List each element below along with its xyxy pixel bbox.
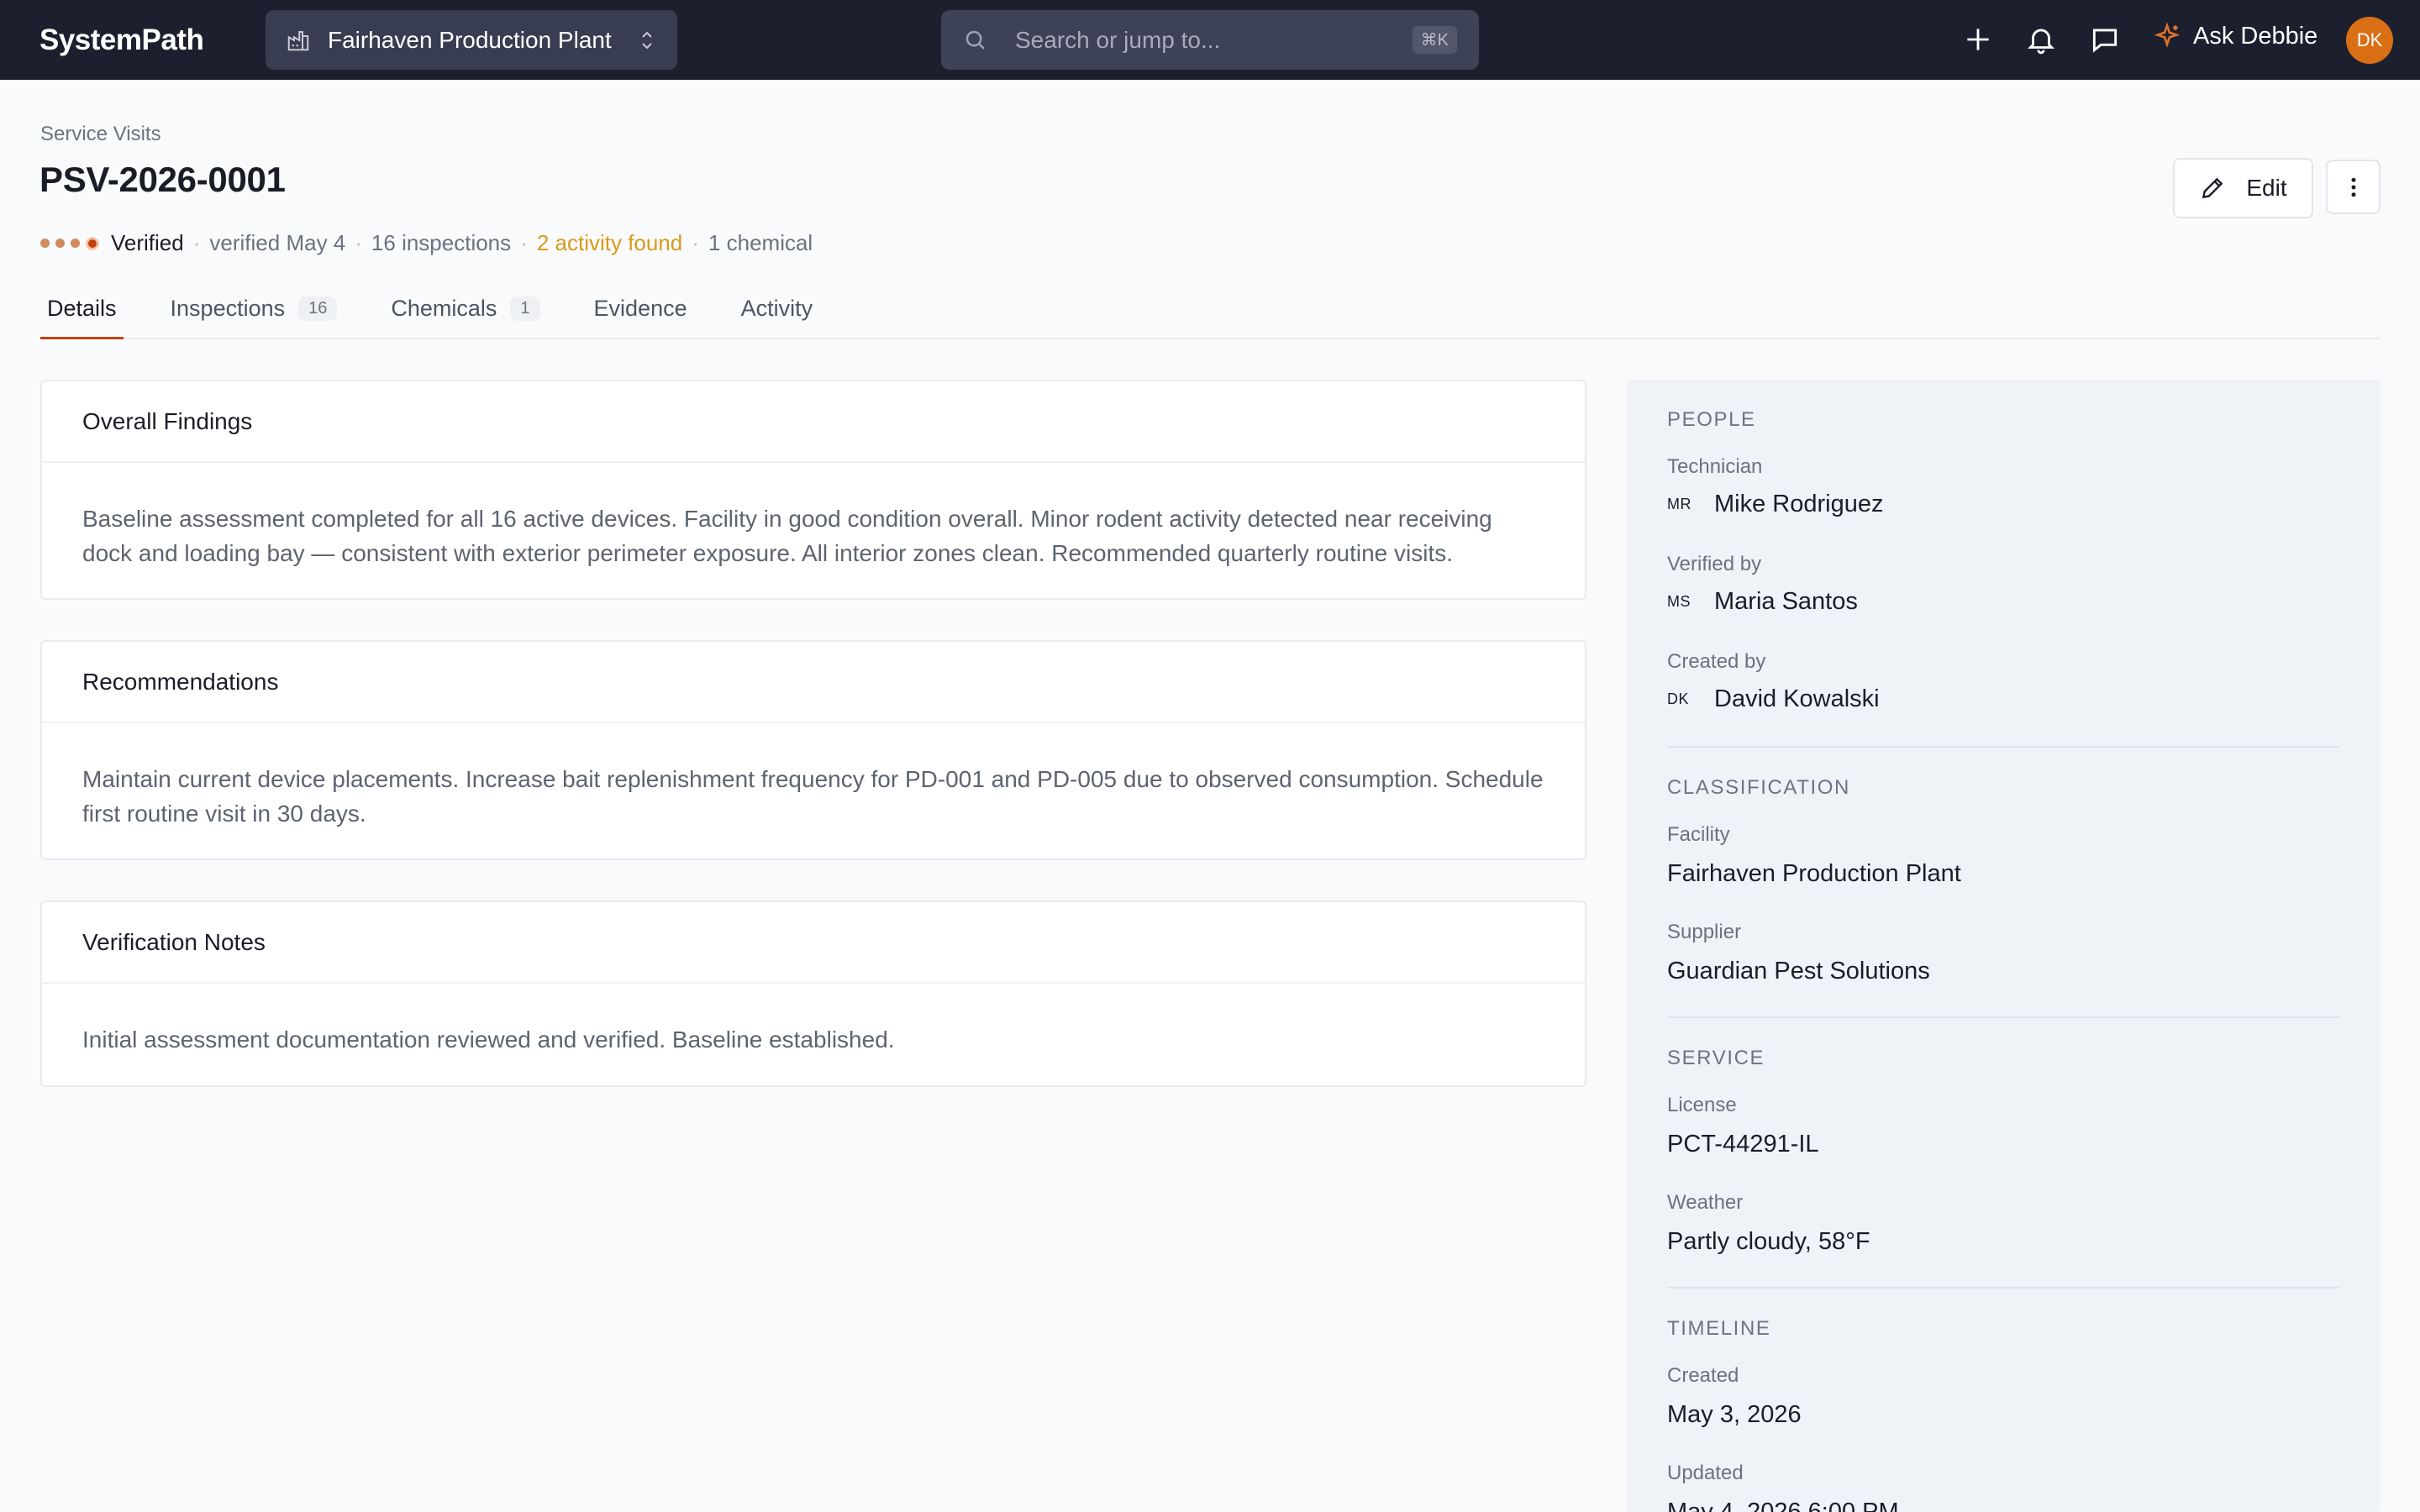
supplier-value: Guardian Pest Solutions — [1667, 958, 1930, 984]
created-label: Created — [1667, 1364, 1739, 1387]
factory-icon — [287, 30, 309, 50]
updated-label: Updated — [1667, 1462, 1744, 1484]
separator: · — [692, 230, 699, 255]
page-title: PSV-2026-0001 — [39, 160, 286, 199]
chevron-updown-icon — [642, 31, 652, 49]
status-progress-dots — [40, 236, 99, 250]
inspections-count: 16 inspections — [371, 230, 512, 255]
created-by-person[interactable]: DK David Kowalski — [1667, 685, 1880, 713]
progress-dot — [55, 239, 65, 248]
facility-switcher[interactable]: Fairhaven Production Plant — [266, 10, 677, 70]
ask-debbie-button[interactable]: Ask Debbie — [2153, 22, 2317, 50]
chat-icon[interactable] — [2089, 24, 2121, 55]
section-title-timeline: TIMELINE — [1667, 1317, 1771, 1340]
edit-button[interactable]: Edit — [2173, 158, 2313, 218]
section-divider — [1667, 1287, 2339, 1289]
verified-by-name: Maria Santos — [1714, 588, 1858, 615]
card-body: Baseline assessment completed for all 16… — [82, 506, 1492, 566]
card-title: Recommendations — [42, 642, 1585, 723]
tab-chemicals[interactable]: Chemicals 1 — [384, 279, 546, 338]
weather-value: Partly cloudy, 58°F — [1667, 1228, 1870, 1255]
tab-count-badge: 16 — [298, 296, 338, 321]
details-sidebar: PEOPLE Technician MR Mike Rodriguez Veri… — [1627, 380, 2381, 1512]
status-label: Verified — [111, 230, 184, 255]
chemical-count: 1 chemical — [708, 230, 813, 255]
avatar: MR — [1667, 496, 1691, 512]
created-by-label: Created by — [1667, 650, 1766, 673]
tab-label: Activity — [740, 295, 813, 321]
facility-switcher-label: Fairhaven Production Plant — [328, 26, 612, 53]
avatar: MS — [1667, 593, 1691, 610]
tab-label: Details — [47, 295, 117, 321]
progress-dot — [40, 239, 50, 248]
ask-debbie-label: Ask Debbie — [2193, 22, 2318, 50]
tab-inspections[interactable]: Inspections 16 — [164, 279, 345, 338]
more-vertical-icon — [2351, 177, 2355, 197]
app-logo[interactable]: SystemPath — [39, 24, 204, 57]
card-body: Maintain current device placements. Incr… — [82, 766, 1544, 827]
verification-notes-card: Verification Notes Initial assessment do… — [40, 900, 1586, 1087]
status-summary: Verified · verified May 4 · 16 inspectio… — [40, 230, 813, 256]
updated-value: May 4, 2026 6:00 PM — [1667, 1499, 1899, 1512]
technician-name: Mike Rodriguez — [1714, 491, 1884, 517]
supplier-label: Supplier — [1667, 921, 1742, 943]
facility-label: Facility — [1667, 823, 1730, 846]
facility-value: Fairhaven Production Plant — [1667, 860, 1961, 887]
card-title: Overall Findings — [42, 381, 1585, 463]
separator: · — [192, 230, 201, 255]
overall-findings-card: Overall Findings Baseline assessment com… — [40, 380, 1586, 600]
verified-by-person[interactable]: MS Maria Santos — [1667, 588, 1858, 616]
avatar: DK — [1667, 690, 1690, 707]
separator: · — [520, 230, 528, 255]
more-actions-button[interactable] — [2326, 160, 2381, 214]
breadcrumb[interactable]: Service Visits — [40, 123, 161, 146]
technician-label: Technician — [1667, 455, 1763, 478]
weather-label: Weather — [1667, 1191, 1744, 1214]
created-by-name: David Kowalski — [1714, 685, 1880, 712]
plus-icon[interactable] — [1962, 24, 1994, 55]
sparkle-icon — [2154, 22, 2181, 48]
activity-found: 2 activity found — [536, 230, 683, 255]
license-label: License — [1667, 1094, 1737, 1116]
bell-icon[interactable] — [2025, 24, 2057, 55]
search-shortcut-hint: ⌘K — [1412, 26, 1457, 54]
section-divider — [1667, 746, 2339, 748]
created-value: May 3, 2026 — [1667, 1401, 1802, 1428]
verified-date: verified May 4 — [209, 230, 346, 255]
pencil-icon — [2202, 177, 2223, 199]
top-bar: SystemPath Fairhaven Production Plant ⌘K… — [0, 0, 2420, 80]
global-search[interactable]: ⌘K — [941, 10, 1479, 70]
user-avatar[interactable]: DK — [2346, 17, 2393, 64]
tab-activity[interactable]: Activity — [734, 279, 820, 338]
tab-label: Chemicals — [391, 295, 497, 321]
card-title: Verification Notes — [42, 902, 1585, 984]
tab-label: Evidence — [593, 295, 687, 321]
recommendations-card: Recommendations Maintain current device … — [40, 640, 1586, 860]
search-icon — [965, 30, 985, 50]
search-input[interactable] — [1015, 26, 1413, 54]
section-title-classification: CLASSIFICATION — [1667, 776, 1850, 799]
license-value: PCT-44291-IL — [1667, 1131, 1819, 1158]
technician-person[interactable]: MR Mike Rodriguez — [1667, 491, 1883, 518]
section-divider — [1667, 1016, 2339, 1018]
separator: · — [355, 230, 362, 255]
card-body: Initial assessment documentation reviewe… — [82, 1026, 895, 1053]
progress-dot — [71, 239, 80, 248]
section-title-service: SERVICE — [1667, 1047, 1765, 1069]
tab-bar: Details Inspections 16 Chemicals 1 Evide… — [40, 279, 2381, 339]
tab-details[interactable]: Details — [40, 279, 124, 339]
verified-by-label: Verified by — [1667, 553, 1762, 575]
section-title-people: PEOPLE — [1667, 408, 1756, 431]
tab-evidence[interactable]: Evidence — [587, 279, 694, 338]
edit-button-label: Edit — [2246, 175, 2287, 201]
progress-dot-current — [86, 236, 99, 250]
tab-count-badge: 1 — [510, 296, 540, 321]
tab-label: Inspections — [170, 295, 286, 321]
